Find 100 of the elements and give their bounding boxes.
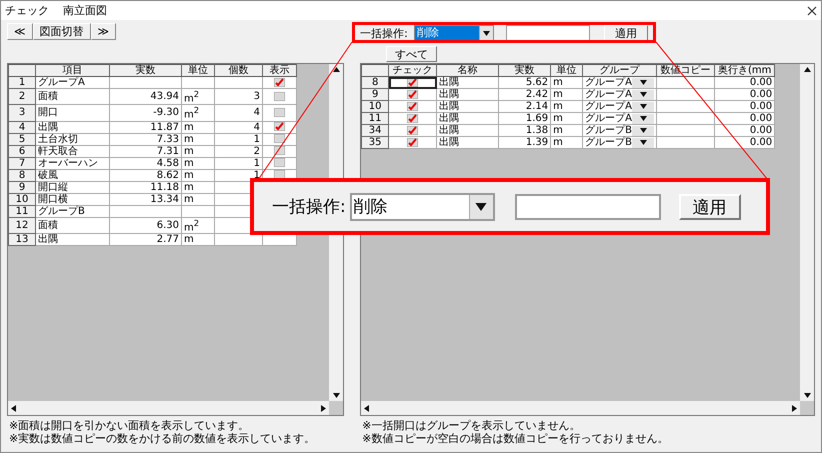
- table-cell: 0.00: [714, 112, 775, 124]
- table-cell: m$^{2}$: [182, 217, 214, 234]
- table-cell: 0.00: [714, 100, 775, 112]
- horizontal-scrollbar[interactable]: [8, 401, 330, 415]
- table-cell: 出隅: [436, 124, 499, 136]
- table-cell: m: [550, 76, 583, 88]
- column-header: 表示: [262, 64, 296, 76]
- note-text: ※面積は開口を引かない面積を表示しています。: [9, 419, 250, 432]
- row-number: 4: [8, 121, 36, 134]
- note-text: ※一括開口はグループを表示していません。: [362, 419, 582, 432]
- table-cell: m: [182, 121, 214, 134]
- action-dropdown[interactable]: 削除: [350, 192, 495, 220]
- table-cell: 土台水切: [36, 133, 110, 146]
- table-cell: 4: [214, 121, 262, 134]
- window-title: チェック: [5, 3, 49, 18]
- row-number: 2: [8, 88, 36, 105]
- checkbox[interactable]: [274, 134, 285, 144]
- table-cell: 11.87: [110, 121, 182, 134]
- close-icon[interactable]: [807, 6, 817, 16]
- table-cell: m: [550, 136, 583, 148]
- table-cell: m: [182, 193, 214, 206]
- table-cell: 3: [214, 88, 262, 105]
- checked-checkbox[interactable]: [407, 126, 418, 135]
- table-cell: 出隅: [436, 88, 499, 100]
- checkbox[interactable]: [274, 108, 285, 118]
- switch-drawing-button[interactable]: 図面切替: [32, 23, 91, 40]
- column-header: 個数: [214, 64, 262, 76]
- arrow-down-icon: [475, 202, 488, 210]
- column-header: 奥行き(mm: [714, 64, 775, 76]
- arrow-down-icon: [332, 393, 340, 398]
- arrow-up-icon: [332, 67, 340, 72]
- note-text: ※実数は数値コピーの数をかける前の数値を表示しています。: [9, 432, 316, 445]
- row-number: 8: [362, 76, 389, 88]
- checked-checkbox[interactable]: [407, 90, 418, 99]
- checked-checkbox[interactable]: [407, 138, 418, 147]
- row-number: 12: [8, 217, 36, 234]
- table-cell: 開口: [36, 104, 110, 122]
- bulk-action-label: 一括操作:: [360, 26, 408, 40]
- arrow-left-icon: [364, 404, 370, 412]
- checkbox[interactable]: [274, 158, 285, 168]
- arrow-down-icon: [482, 30, 490, 36]
- row-number: 11: [8, 205, 36, 218]
- table-cell: 1.69: [498, 112, 551, 124]
- table-cell: 面積: [36, 88, 110, 105]
- column-header: 実数: [110, 64, 182, 76]
- table-cell: m: [550, 100, 583, 112]
- row-number: 1: [8, 76, 36, 88]
- table-cell: 11.18: [110, 181, 182, 194]
- row-number: 3: [8, 104, 36, 122]
- table-cell: 8.62: [110, 169, 182, 182]
- column-header: 実数: [498, 64, 551, 76]
- vertical-scrollbar[interactable]: [800, 64, 814, 401]
- window-subtitle: 南立面図: [63, 3, 107, 18]
- column-header: 単位: [182, 64, 214, 76]
- apply-button[interactable]: 適用: [604, 25, 648, 41]
- arrow-down-icon: [804, 393, 810, 398]
- checkbox[interactable]: [274, 92, 285, 101]
- select-all-button[interactable]: すべて: [386, 46, 438, 62]
- column-header: 名称: [436, 64, 499, 76]
- row-number: 11: [362, 112, 389, 124]
- action-dropdown[interactable]: 削除: [414, 25, 494, 41]
- table-cell: 2.77: [110, 233, 182, 246]
- row-number: 13: [8, 233, 36, 246]
- column-header: 単位: [550, 64, 583, 76]
- table-cell: 2.14: [498, 100, 551, 112]
- table-cell: 0.00: [714, 76, 775, 88]
- row-number: 35: [362, 136, 389, 148]
- table-cell: 6.30: [110, 217, 182, 234]
- table-cell: m$^{2}$: [182, 88, 214, 105]
- table-cell: 1: [214, 133, 262, 146]
- table-cell: m$^{2}$: [182, 104, 214, 122]
- column-header: グループ: [582, 64, 657, 76]
- table-cell: 出隅: [436, 136, 499, 148]
- row-number: 10: [8, 193, 36, 206]
- corner-header: [8, 64, 36, 76]
- table-cell: m: [182, 157, 214, 170]
- horizontal-scrollbar[interactable]: [361, 401, 800, 415]
- table-cell: 開口横: [36, 193, 110, 206]
- next-button[interactable]: ≫: [90, 23, 116, 40]
- previous-button[interactable]: ≪: [7, 23, 33, 40]
- checked-checkbox[interactable]: [274, 78, 285, 87]
- table-cell: 1.38: [498, 124, 551, 136]
- value-field[interactable]: [514, 194, 661, 220]
- table-cell: 0.00: [714, 136, 775, 148]
- column-header: 項目: [36, 64, 110, 76]
- table-cell: 43.94: [110, 88, 182, 105]
- note-text: ※数値コピーが空白の場合は数値コピーを行っておりません。: [362, 432, 670, 445]
- checkbox[interactable]: [274, 146, 285, 156]
- checked-checkbox[interactable]: [274, 122, 285, 132]
- row-number: 10: [362, 100, 389, 112]
- apply-button[interactable]: 適用: [678, 194, 741, 220]
- table-cell: 開口縦: [36, 181, 110, 194]
- checked-checkbox[interactable]: [407, 102, 418, 111]
- checked-checkbox[interactable]: [407, 114, 418, 123]
- value-field[interactable]: [506, 25, 590, 41]
- checked-checkbox[interactable]: [407, 78, 418, 87]
- table-cell: 出隅: [436, 76, 499, 88]
- row-number: 5: [8, 133, 36, 146]
- table-cell: 13.34: [110, 193, 182, 206]
- table-cell: 4.58: [110, 157, 182, 170]
